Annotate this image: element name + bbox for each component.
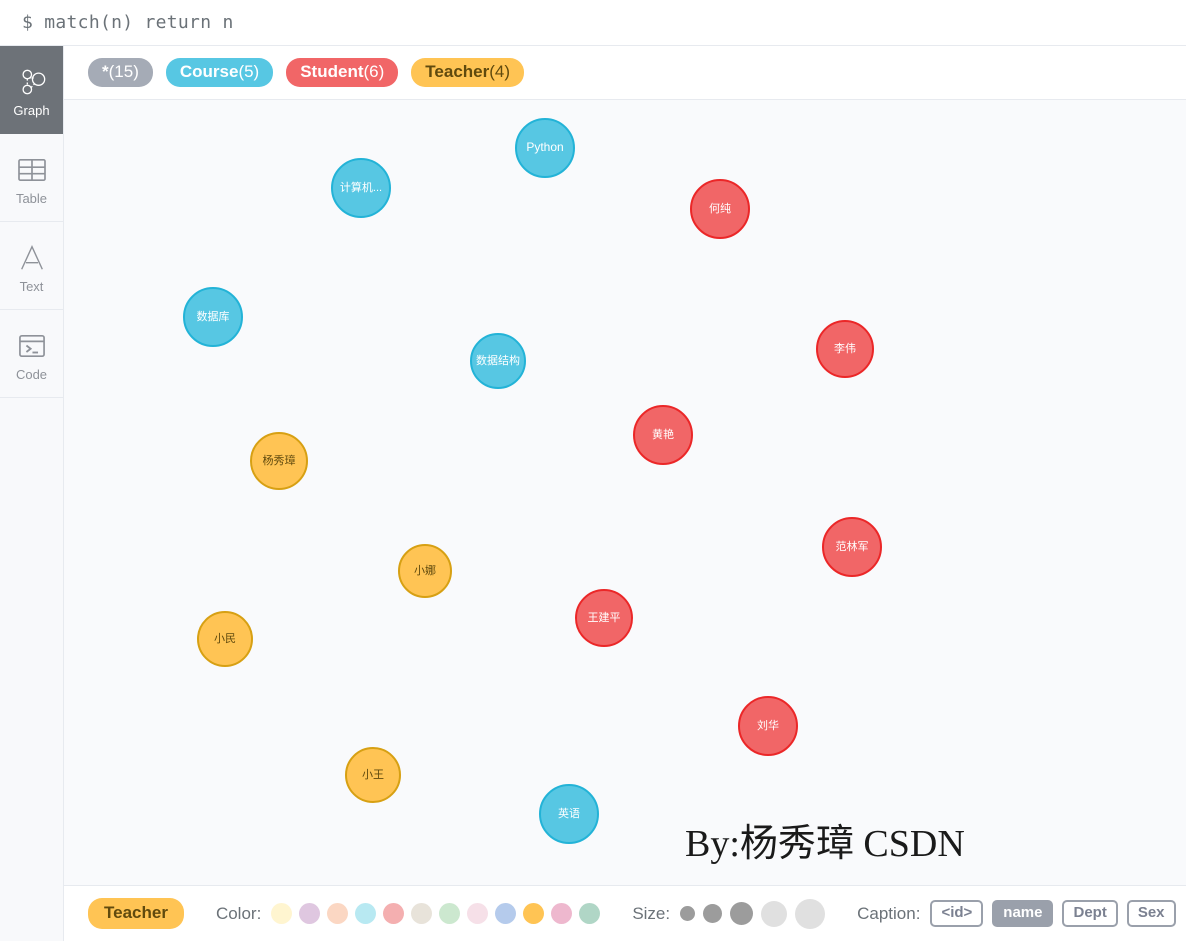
graph-node-caption: 英语 <box>558 807 580 820</box>
color-swatch[interactable] <box>355 903 377 924</box>
selected-label-pill[interactable]: Teacher <box>88 898 184 929</box>
graph-node-caption: 数据结构 <box>476 354 520 367</box>
color-swatch[interactable] <box>299 903 321 924</box>
color-swatch[interactable] <box>439 903 461 924</box>
graph-node[interactable]: 杨秀璋 <box>250 432 308 490</box>
caption-option-list: <id> name Dept Sex <box>930 900 1176 927</box>
graph-node[interactable]: 计算机... <box>331 158 391 218</box>
sidebar-item-code[interactable]: Code <box>0 310 63 398</box>
sidebar-item-table[interactable]: Table <box>0 134 63 222</box>
graph-node[interactable]: 英语 <box>539 784 599 844</box>
size-section-label: Size: <box>632 903 671 923</box>
label-pill-name: * <box>102 62 109 82</box>
color-swatch[interactable] <box>383 903 405 924</box>
view-mode-sidebar: Graph Table Text Code <box>0 46 64 941</box>
sidebar-item-table-label: Table <box>15 191 48 206</box>
graph-node-caption: 李伟 <box>834 342 856 355</box>
label-pill-count: (5) <box>238 62 260 82</box>
color-swatch[interactable] <box>327 903 349 924</box>
table-icon <box>17 150 47 190</box>
graph-node[interactable]: 何纯 <box>690 179 750 239</box>
label-pill-name: Course <box>179 62 239 82</box>
caption-option-button[interactable]: name <box>992 900 1054 927</box>
graph-icon <box>17 62 47 102</box>
graph-node[interactable]: 李伟 <box>816 320 874 378</box>
graph-node[interactable]: 范林军 <box>822 517 882 577</box>
watermark: By:杨秀璋 CSDN <box>685 823 965 865</box>
graph-node-caption: 黄艳 <box>652 428 674 441</box>
label-pill-name: Teacher <box>425 62 490 82</box>
graph-canvas[interactable]: By:杨秀璋 CSDN Python 计算机... 数据库数据结构英语 何纯李伟黄艳范… <box>64 100 1186 885</box>
caption-option-button[interactable]: Sex <box>1126 900 1176 927</box>
graph-node-caption: 刘华 <box>757 719 779 732</box>
size-option[interactable] <box>680 906 696 921</box>
sidebar-filler <box>0 398 63 941</box>
caption-section-label: Caption: <box>857 903 921 923</box>
graph-node-caption: 何纯 <box>709 202 731 215</box>
graph-node-caption: 计算机... <box>339 181 383 194</box>
size-option[interactable] <box>761 900 788 927</box>
graph-node-caption: 杨秀璋 <box>262 454 296 467</box>
sidebar-item-text[interactable]: Text <box>0 222 63 310</box>
style-inspector-bar: Teacher Color: Size: Caption: <id> name De… <box>64 885 1186 941</box>
query-bar[interactable]: $ match(n) return n <box>0 0 1186 46</box>
graph-node[interactable]: 小民 <box>197 611 253 667</box>
query-text: $ match(n) return n <box>22 12 234 33</box>
graph-node[interactable]: 刘华 <box>738 696 798 756</box>
text-icon <box>17 238 47 278</box>
graph-node[interactable]: 数据结构 <box>470 333 526 389</box>
graph-node-caption: 小民 <box>214 632 236 645</box>
label-pill-name: Student <box>300 62 364 82</box>
size-option[interactable] <box>730 902 754 925</box>
graph-node-caption: 小娜 <box>414 564 436 577</box>
graph-node-caption: Python <box>526 140 564 155</box>
label-pill-teacher[interactable]: Teacher(4) <box>411 58 525 87</box>
graph-node-caption: 数据库 <box>196 310 230 323</box>
color-section-label: Color: <box>215 903 262 923</box>
color-swatch[interactable] <box>551 903 573 924</box>
caption-option-button[interactable]: <id> <box>930 900 984 927</box>
graph-node[interactable]: 小娜 <box>398 544 452 598</box>
caption-option-button[interactable]: Dept <box>1062 900 1118 927</box>
graph-node[interactable]: 王建平 <box>575 589 633 647</box>
graph-node[interactable]: 黄艳 <box>633 405 693 465</box>
label-pill-student[interactable]: Student(6) <box>286 58 399 87</box>
size-option[interactable] <box>703 904 723 923</box>
sidebar-item-graph-label: Graph <box>13 103 50 118</box>
graph-node[interactable]: 数据库 <box>183 287 243 347</box>
graph-node-caption: 小王 <box>362 768 384 781</box>
label-pill-all[interactable]: *(15) <box>88 58 153 87</box>
color-swatch[interactable] <box>271 903 293 924</box>
color-swatch[interactable] <box>467 903 489 924</box>
size-option-list <box>680 898 826 929</box>
sidebar-item-text-label: Text <box>19 279 44 294</box>
graph-node-caption: 王建平 <box>587 611 621 624</box>
code-icon <box>17 326 47 366</box>
sidebar-item-code-label: Code <box>15 367 48 382</box>
label-pill-course[interactable]: Course(5) <box>165 58 274 87</box>
label-pill-count: (4) <box>489 62 511 82</box>
graph-node-caption: 范林军 <box>835 540 869 553</box>
color-swatch-list <box>271 903 601 924</box>
color-swatch[interactable] <box>579 903 601 924</box>
color-swatch[interactable] <box>411 903 433 924</box>
color-swatch[interactable] <box>523 903 545 924</box>
label-pill-count: (15) <box>108 62 139 82</box>
graph-node[interactable]: 小王 <box>345 747 401 803</box>
size-option[interactable] <box>795 898 826 929</box>
label-pill-count: (6) <box>363 62 385 82</box>
label-legend: *(15) Course(5) Student(6) Teacher(4) <box>64 46 1186 100</box>
graph-node[interactable]: Python <box>515 118 575 178</box>
color-swatch[interactable] <box>495 903 517 924</box>
neo4j-browser-result-frame: $ match(n) return n Graph Table Text Cod… <box>0 0 1186 941</box>
sidebar-item-graph[interactable]: Graph <box>0 46 63 134</box>
